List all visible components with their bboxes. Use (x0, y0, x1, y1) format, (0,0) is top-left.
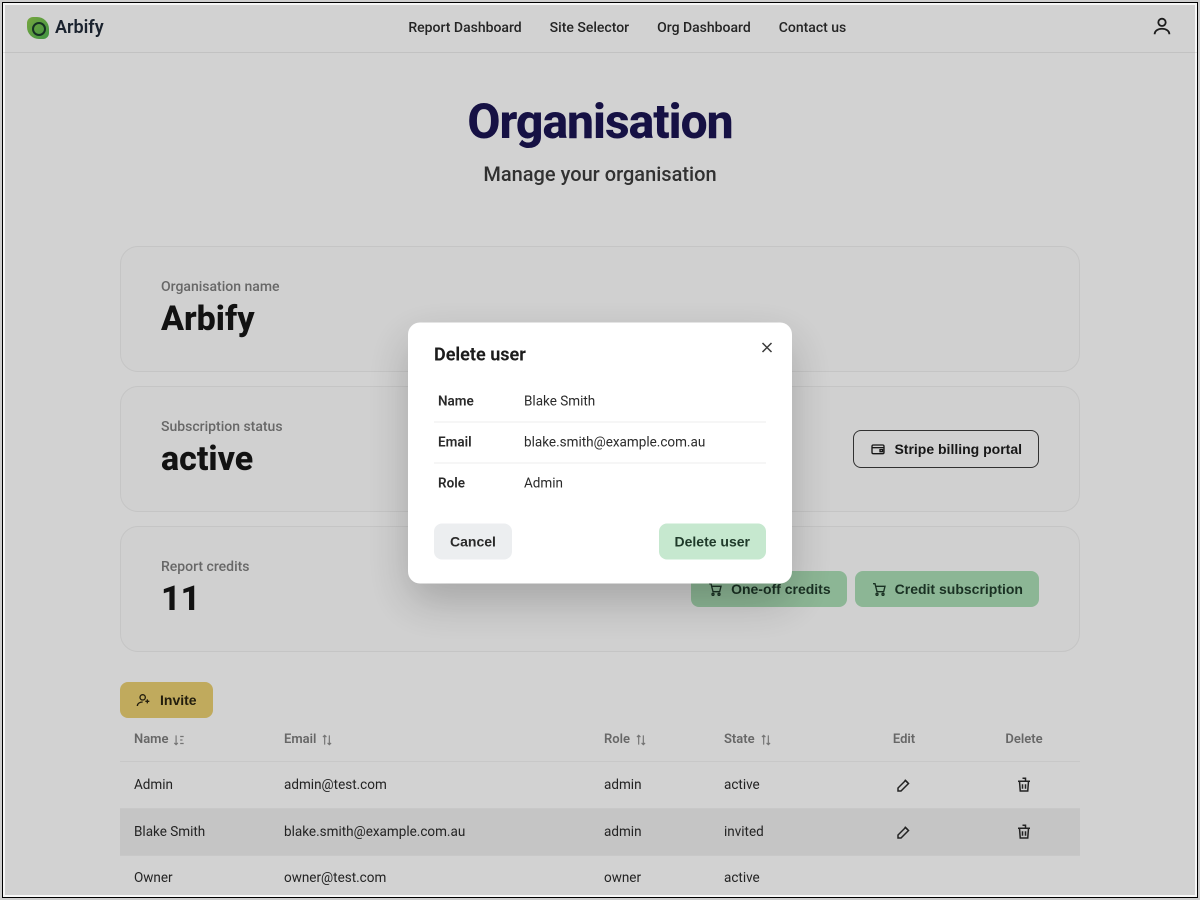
delete-user-modal: Delete user Name Blake Smith Email blake… (408, 323, 792, 584)
modal-role-label: Role (438, 476, 524, 492)
cancel-button[interactable]: Cancel (434, 524, 512, 560)
modal-email-value: blake.smith@example.com.au (524, 435, 705, 451)
modal-name-label: Name (438, 394, 524, 410)
delete-user-confirm-button[interactable]: Delete user (659, 524, 766, 560)
modal-email-label: Email (438, 435, 524, 451)
modal-name-value: Blake Smith (524, 394, 595, 410)
modal-close-button[interactable] (758, 339, 776, 357)
modal-role-value: Admin (524, 476, 563, 492)
modal-row-role: Role Admin (434, 463, 766, 504)
modal-row-name: Name Blake Smith (434, 382, 766, 422)
close-icon (758, 339, 776, 357)
modal-title: Delete user (434, 345, 766, 366)
modal-row-email: Email blake.smith@example.com.au (434, 422, 766, 463)
